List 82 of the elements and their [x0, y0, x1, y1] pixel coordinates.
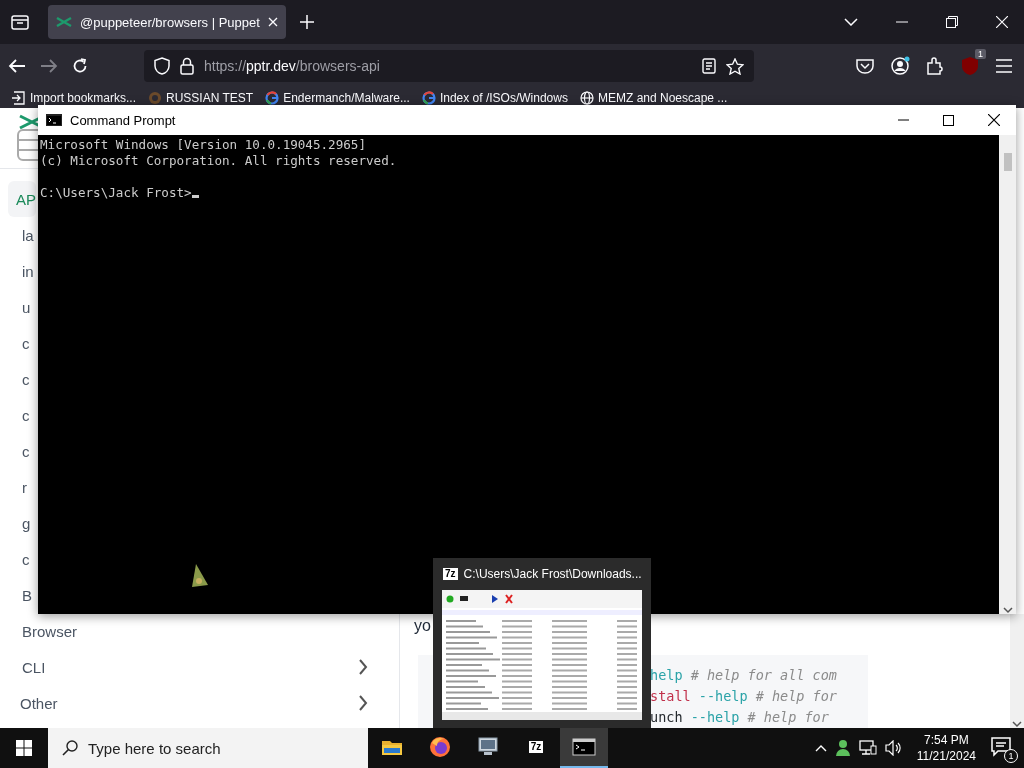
scroll-down-icon[interactable]: [1002, 606, 1013, 614]
back-icon[interactable]: [8, 58, 26, 74]
clock-time[interactable]: 7:54 PM: [924, 732, 969, 748]
sidebar-item[interactable]: AP: [8, 181, 36, 217]
pocket-icon[interactable]: [856, 58, 874, 74]
chevron-down-icon[interactable]: [844, 18, 858, 26]
network-icon[interactable]: [858, 740, 877, 756]
text-cursor: [191, 195, 199, 198]
notification-count: 1: [1004, 749, 1018, 763]
console-icon: [572, 735, 596, 759]
taskbar-app[interactable]: 7z: [512, 728, 560, 768]
preview-title: C:\Users\Jack Frost\Downloads...: [463, 567, 642, 581]
reader-view-icon[interactable]: [702, 58, 716, 74]
tab-list-icon[interactable]: [11, 14, 29, 30]
maximize-icon[interactable]: [943, 114, 954, 126]
google-icon: [421, 91, 436, 105]
sidebar-item[interactable]: Other: [0, 685, 392, 721]
chevron-right-icon[interactable]: [358, 695, 368, 711]
search-field[interactable]: Type here to search: [48, 728, 368, 768]
reload-icon[interactable]: [72, 58, 88, 74]
sidebar-item[interactable]: c: [0, 541, 30, 577]
sidebar-item[interactable]: in: [0, 253, 34, 289]
restore-icon[interactable]: [946, 16, 958, 28]
address-bar[interactable]: https://pptr.dev/browsers-api: [144, 50, 754, 82]
star-icon[interactable]: [726, 57, 744, 75]
close-icon[interactable]: [988, 114, 1000, 126]
volume-icon[interactable]: [884, 740, 903, 756]
bookmark[interactable]: Import bookmarks...: [12, 91, 137, 105]
console-text: (c) Microsoft Corporation. All rights reserved.: [40, 153, 398, 169]
account-icon[interactable]: [890, 56, 910, 76]
browser-tab[interactable]: @puppeteer/browsers | Puppet: [48, 5, 286, 39]
bookmark[interactable]: Index of /ISOs/Windows: [421, 91, 568, 105]
archive-app-icon: 7z: [528, 741, 544, 753]
console-prompt: C:\Users\Jack Frost>: [40, 185, 192, 200]
notification-icon[interactable]: [990, 735, 1012, 757]
firefox-icon: [428, 735, 452, 759]
person-icon[interactable]: [834, 739, 851, 757]
forward-icon[interactable]: [40, 58, 58, 74]
sidebar-item[interactable]: CLI: [0, 649, 392, 685]
archive-app-icon: 7z: [443, 568, 458, 580]
sidebar-item[interactable]: la: [0, 217, 34, 253]
taskbar-app[interactable]: [560, 728, 608, 768]
chevron-up-icon[interactable]: [814, 744, 827, 752]
site-icon: [148, 91, 163, 105]
code-line: unch --help # help for: [650, 708, 830, 727]
window-title: Command Prompt: [70, 112, 177, 128]
lock-icon: [180, 57, 194, 75]
clock-date[interactable]: 11/21/2024: [916, 748, 976, 764]
puppeteer-tab-icon: [56, 16, 72, 28]
sidebar-item[interactable]: u: [0, 289, 31, 325]
windows-logo: [16, 740, 32, 756]
shield-icon: [154, 57, 170, 75]
new-tab-icon[interactable]: [299, 15, 314, 29]
sidebar-item[interactable]: c: [0, 361, 30, 397]
url-text: https://pptr.dev/browsers-api: [204, 58, 381, 74]
scrollbar[interactable]: [1010, 614, 1024, 728]
menu-icon[interactable]: [996, 59, 1012, 73]
sidebar-item[interactable]: g: [0, 505, 31, 541]
bookmark[interactable]: Endermanch/Malware...: [265, 91, 410, 105]
import-icon: [12, 91, 26, 105]
extension-badge: 1: [975, 49, 986, 59]
google-icon: [265, 91, 280, 105]
search-icon: [62, 740, 78, 756]
sidebar-item[interactable]: Browser: [0, 613, 77, 649]
scrollbar-thumb[interactable]: [1003, 153, 1012, 171]
bookmark[interactable]: RUSSIAN TEST: [148, 91, 254, 105]
window-preview-tooltip[interactable]: 7z C:\Users\Jack Frost\Downloads...: [433, 558, 651, 728]
scrollbar[interactable]: [999, 135, 1016, 614]
sidebar-item[interactable]: c: [0, 397, 30, 433]
sidebar-item[interactable]: r: [0, 469, 27, 505]
sidebar-item[interactable]: c: [0, 433, 30, 469]
bookmark[interactable]: MEMZ and Noescape ...: [579, 91, 728, 105]
code-line: stall --help # help for: [650, 687, 838, 706]
text-fragment: yo: [414, 616, 431, 636]
scroll-down-icon[interactable]: [1012, 720, 1022, 728]
console-text: Microsoft Windows [Version 10.0.19045.2965]: [40, 137, 368, 153]
puzzle-icon[interactable]: [926, 57, 944, 75]
chevron-right-icon[interactable]: [358, 659, 368, 675]
code-line: help # help for all com: [650, 666, 838, 685]
sidebar-item[interactable]: c: [0, 325, 30, 361]
console-icon: [46, 114, 62, 126]
sidebar-item[interactable]: B: [0, 577, 32, 613]
